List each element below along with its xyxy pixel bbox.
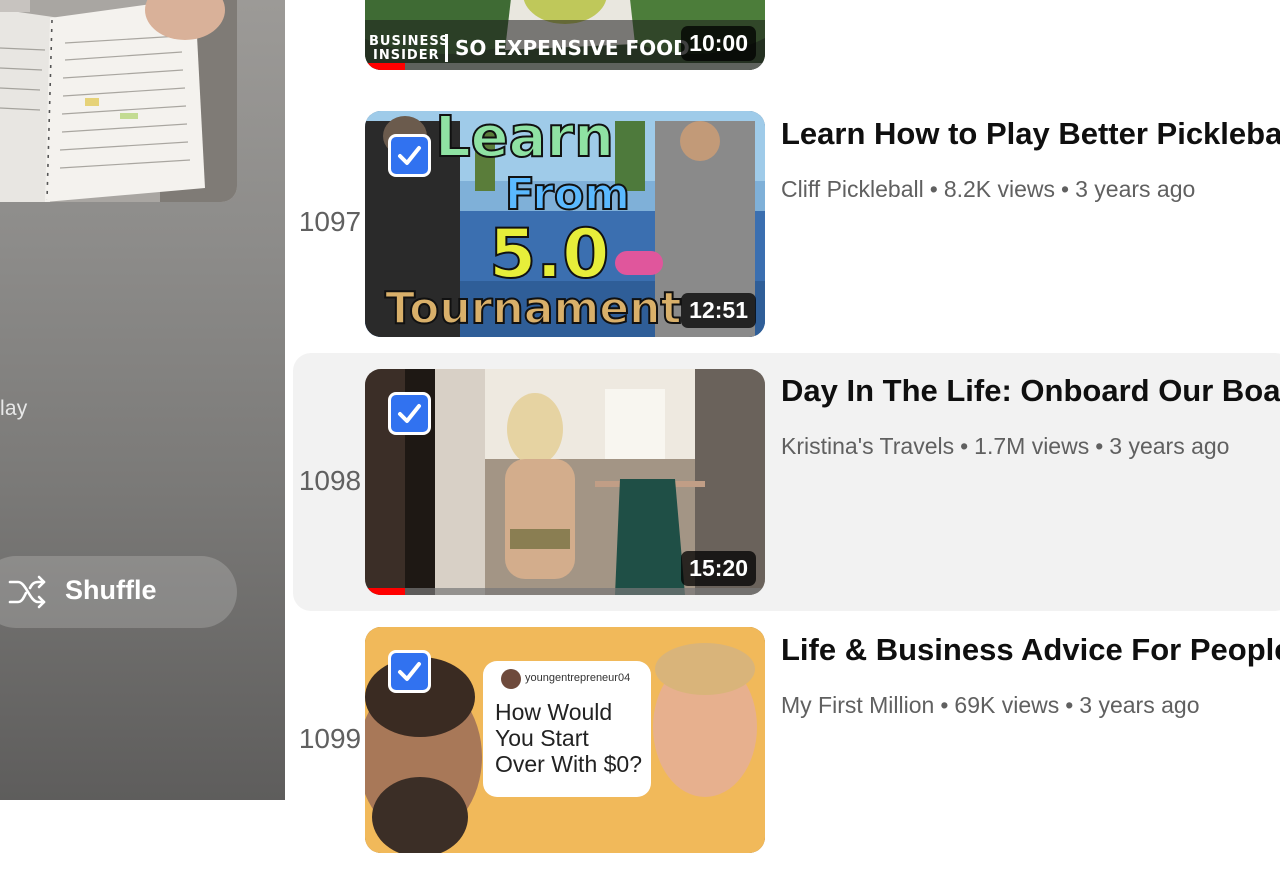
thumbnail-text-from: From [504, 168, 631, 221]
video-meta: My First Million • 69K views • 3 years ago [781, 692, 1200, 718]
thumbnail-series-text: SO EXPENSIVE FOOD [455, 36, 690, 60]
list-item[interactable]: 1097 Learn From 5.0 Tournament 12:51 Lea… [293, 98, 1280, 356]
channel-name[interactable]: Kristina's Travels [781, 433, 954, 459]
video-duration: 15:20 [681, 551, 756, 586]
video-index: 1099 [298, 723, 362, 754]
video-index: 1097 [298, 206, 362, 237]
watch-progress-track [365, 588, 765, 595]
video-thumbnail[interactable]: 15:20 [365, 369, 765, 595]
shuffle-icon [8, 575, 46, 609]
checkbox-checked[interactable] [391, 395, 428, 432]
list-item[interactable]: 1098 15:20 Day In The Life: Onboard Our … [293, 353, 1280, 611]
thumbnail-question-line1: How Would [495, 699, 613, 725]
thumbnail-text-tournament: Tournament [384, 282, 682, 335]
thumbnail-divider [445, 34, 448, 62]
thumbnail-question-line3: Over With $0? [495, 751, 642, 777]
video-title[interactable]: Life & Business Advice For People I [781, 632, 1280, 668]
video-duration: 10:00 [681, 26, 756, 61]
upload-age: 3 years ago [1075, 176, 1196, 202]
watch-progress-bar [365, 63, 405, 70]
playlist-meta-text: lay [0, 397, 28, 420]
video-title[interactable]: Learn How to Play Better Pickleball [781, 116, 1280, 152]
thumbnail-brand-text: INSIDER [373, 48, 440, 63]
thumbnail-text-learn: Learn [434, 111, 615, 171]
checkbox-checked[interactable] [391, 137, 428, 174]
view-count: 1.7M views [974, 433, 1090, 459]
thumbnail-username: youngentrepreneur04 [525, 672, 631, 684]
thumbnail-question-line2: You Start [495, 725, 589, 751]
channel-name[interactable]: My First Million [781, 692, 934, 718]
thumbnail-brand-text: BUSINESS [369, 34, 450, 49]
video-duration: 12:51 [681, 293, 756, 328]
shuffle-button[interactable]: Shuffle [0, 556, 237, 628]
checkbox-checked-icon [398, 662, 421, 681]
checkbox-checked-icon [398, 146, 421, 165]
list-item[interactable]: BUSINESS INSIDER SO EXPENSIVE FOOD 10:00 [293, 0, 1280, 102]
playlist-cover-image[interactable] [0, 0, 237, 202]
playlist-panel: lay Shuffle [0, 0, 285, 800]
checkbox-checked-icon [398, 404, 421, 423]
video-index: 1098 [298, 465, 362, 496]
list-item[interactable]: 1099 youngentrepreneur04 How Would You S… [293, 614, 1280, 872]
video-meta: Cliff Pickleball • 8.2K views • 3 years ago [781, 176, 1196, 202]
video-thumbnail[interactable]: Learn From 5.0 Tournament 12:51 [365, 111, 765, 337]
channel-name[interactable]: Cliff Pickleball [781, 176, 924, 202]
checkbox-checked[interactable] [391, 653, 428, 690]
video-thumbnail[interactable]: BUSINESS INSIDER SO EXPENSIVE FOOD 10:00 [365, 0, 765, 70]
watch-progress-bar [365, 588, 405, 595]
thumbnail-avatar [501, 669, 521, 689]
view-count: 69K views [954, 692, 1060, 718]
video-title[interactable]: Day In The Life: Onboard Our Boat i [781, 373, 1280, 409]
upload-age: 3 years ago [1079, 692, 1200, 718]
shuffle-label: Shuffle [65, 575, 157, 605]
video-thumbnail[interactable]: youngentrepreneur04 How Would You Start … [365, 627, 765, 853]
view-count: 8.2K views [943, 176, 1056, 202]
video-meta: Kristina's Travels • 1.7M views • 3 years ag… [781, 433, 1230, 459]
upload-age: 3 years ago [1109, 433, 1230, 459]
watch-progress-track [365, 63, 765, 70]
